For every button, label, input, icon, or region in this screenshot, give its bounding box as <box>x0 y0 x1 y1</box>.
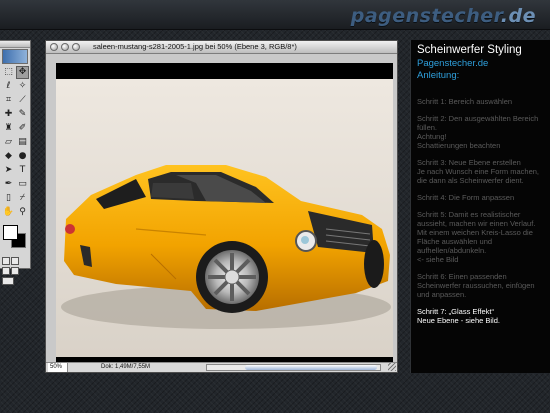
step-5-line-1: Schritt 5: Damit es realistischer aussie… <box>417 210 536 228</box>
minimize-window-icon[interactable] <box>61 43 69 51</box>
path-select-tool-icon[interactable]: ➤ <box>2 164 15 177</box>
document-size-info[interactable]: Dok: 1,49M/7,55M <box>101 363 150 372</box>
foreground-color-swatch[interactable] <box>3 225 18 240</box>
resize-grip-icon[interactable] <box>388 363 396 371</box>
marquee-tool-icon[interactable]: ⬚ <box>2 66 15 79</box>
history-brush-tool-icon[interactable]: ✐ <box>16 122 29 135</box>
step-4-line-1: Schritt 4: Die Form anpassen <box>417 193 515 202</box>
color-swatches <box>2 223 28 253</box>
step-6-line-1: Schritt 6: Einen passenden Scheinwerfer … <box>417 272 535 299</box>
document-statusbar: 50% Dok: 1,49M/7,55M <box>46 362 397 372</box>
horizontal-scrollbar[interactable] <box>206 364 381 371</box>
step-2: Schritt 2: Den ausgewählten Bereich füll… <box>417 114 545 150</box>
document-window: saleen-mustang-s281-2005-1.jpg bei 50% (… <box>45 40 398 373</box>
brush-tool-icon[interactable]: ✎ <box>16 108 29 121</box>
blur-tool-icon[interactable]: ◆ <box>2 150 15 163</box>
app-logo-strip[interactable] <box>2 49 28 64</box>
move-tool-icon[interactable]: ✥ <box>16 66 29 79</box>
screen-mode-row <box>0 266 30 276</box>
panel-title: Scheinwerfer Styling <box>417 44 522 56</box>
step-5-line-3: <- siehe Bild <box>417 255 459 264</box>
gradient-tool-icon[interactable]: ▤ <box>16 136 29 149</box>
tool-grid: ⬚ ✥ ℓ ✧ ⌗ ⟋ ✚ ✎ ♜ ✐ ▱ ▤ ◆ ● ➤ T ✒ ▭ ▯ ⌿ … <box>0 65 30 220</box>
mask-mode-row <box>0 256 30 266</box>
site-logo[interactable]: pagenstecher.de <box>351 5 536 27</box>
step-1-line-1: Schritt 1: Bereich auswählen <box>417 97 513 106</box>
step-4: Schritt 4: Die Form anpassen <box>417 193 545 202</box>
healing-tool-icon[interactable]: ✚ <box>2 108 15 121</box>
hand-tool-icon[interactable]: ✋ <box>2 206 15 219</box>
step-7-active: Schritt 7: „Glass Effekt“ Neue Ebene - s… <box>417 307 545 325</box>
document-titlebar[interactable]: saleen-mustang-s281-2005-1.jpg bei 50% (… <box>46 41 397 54</box>
screen-mode-standard-icon[interactable] <box>2 267 10 275</box>
step-2-line-1: Schritt 2: Den ausgewählten Bereich füll… <box>417 114 539 132</box>
pen-tool-icon[interactable]: ✒ <box>2 178 15 191</box>
slice-tool-icon[interactable]: ⟋ <box>16 94 29 107</box>
tutorial-panel: Scheinwerfer Styling Pagenstecher.de Anl… <box>410 40 550 373</box>
crop-tool-icon[interactable]: ⌗ <box>2 94 15 107</box>
step-6: Schritt 6: Einen passenden Scheinwerfer … <box>417 272 545 299</box>
notes-tool-icon[interactable]: ▯ <box>2 192 15 205</box>
zoom-level-field[interactable]: 50% <box>48 363 68 372</box>
step-2-line-3: Schattierungen beachten <box>417 141 501 150</box>
zoom-window-icon[interactable] <box>72 43 80 51</box>
eraser-tool-icon[interactable]: ▱ <box>2 136 15 149</box>
step-3-line-2: Je nach Wunsch eine Form machen, die dan… <box>417 167 540 185</box>
document-canvas[interactable] <box>56 63 393 372</box>
step-5-line-2: Mit einem weichen Kreis-Lasso die Fläche… <box>417 228 533 255</box>
site-header: pagenstecher.de <box>0 0 550 30</box>
horizontal-scroll-thumb[interactable] <box>245 365 377 370</box>
jump-to-imageready-icon[interactable] <box>2 277 14 285</box>
screen-mode-menubar-icon[interactable] <box>11 267 19 275</box>
standard-mode-icon[interactable] <box>2 257 10 265</box>
quickmask-mode-icon[interactable] <box>11 257 19 265</box>
type-tool-icon[interactable]: T <box>16 164 29 177</box>
step-7-line-1: Schritt 7: „Glass Effekt“ <box>417 307 494 316</box>
step-3: Schritt 3: Neue Ebene erstellen Je nach … <box>417 158 545 185</box>
stamp-tool-icon[interactable]: ♜ <box>2 122 15 135</box>
step-2-line-2: Achtung! <box>417 132 447 141</box>
car-photo <box>56 79 393 357</box>
logo-tld: .de <box>500 5 536 27</box>
jump-row <box>0 276 30 286</box>
lasso-tool-icon[interactable]: ℓ <box>2 80 15 93</box>
step-5: Schritt 5: Damit es realistischer aussie… <box>417 210 545 264</box>
zoom-tool-icon[interactable]: ⚲ <box>16 206 29 219</box>
logo-main: pagenstecher <box>350 5 501 27</box>
document-title: saleen-mustang-s281-2005-1.jpg bei 50% (… <box>93 42 297 51</box>
shape-tool-icon[interactable]: ▭ <box>16 178 29 191</box>
step-list: Schritt 1: Bereich auswählen Schritt 2: … <box>417 97 545 325</box>
panel-source[interactable]: Pagenstecher.de <box>417 58 545 69</box>
step-7-line-2: Neue Ebene - siehe Bild. <box>417 316 500 325</box>
magic-wand-tool-icon[interactable]: ✧ <box>16 80 29 93</box>
tools-palette: ⬚ ✥ ℓ ✧ ⌗ ⟋ ✚ ✎ ♜ ✐ ▱ ▤ ◆ ● ➤ T ✒ ▭ ▯ ⌿ … <box>0 40 31 285</box>
step-1: Schritt 1: Bereich auswählen <box>417 97 545 106</box>
dodge-tool-icon[interactable]: ● <box>16 150 29 163</box>
step-3-line-1: Schritt 3: Neue Ebene erstellen <box>417 158 521 167</box>
palette-grip[interactable] <box>0 41 30 48</box>
panel-instructions-label: Anleitung: <box>417 70 460 81</box>
close-window-icon[interactable] <box>50 43 58 51</box>
eyedropper-tool-icon[interactable]: ⌿ <box>16 192 29 205</box>
